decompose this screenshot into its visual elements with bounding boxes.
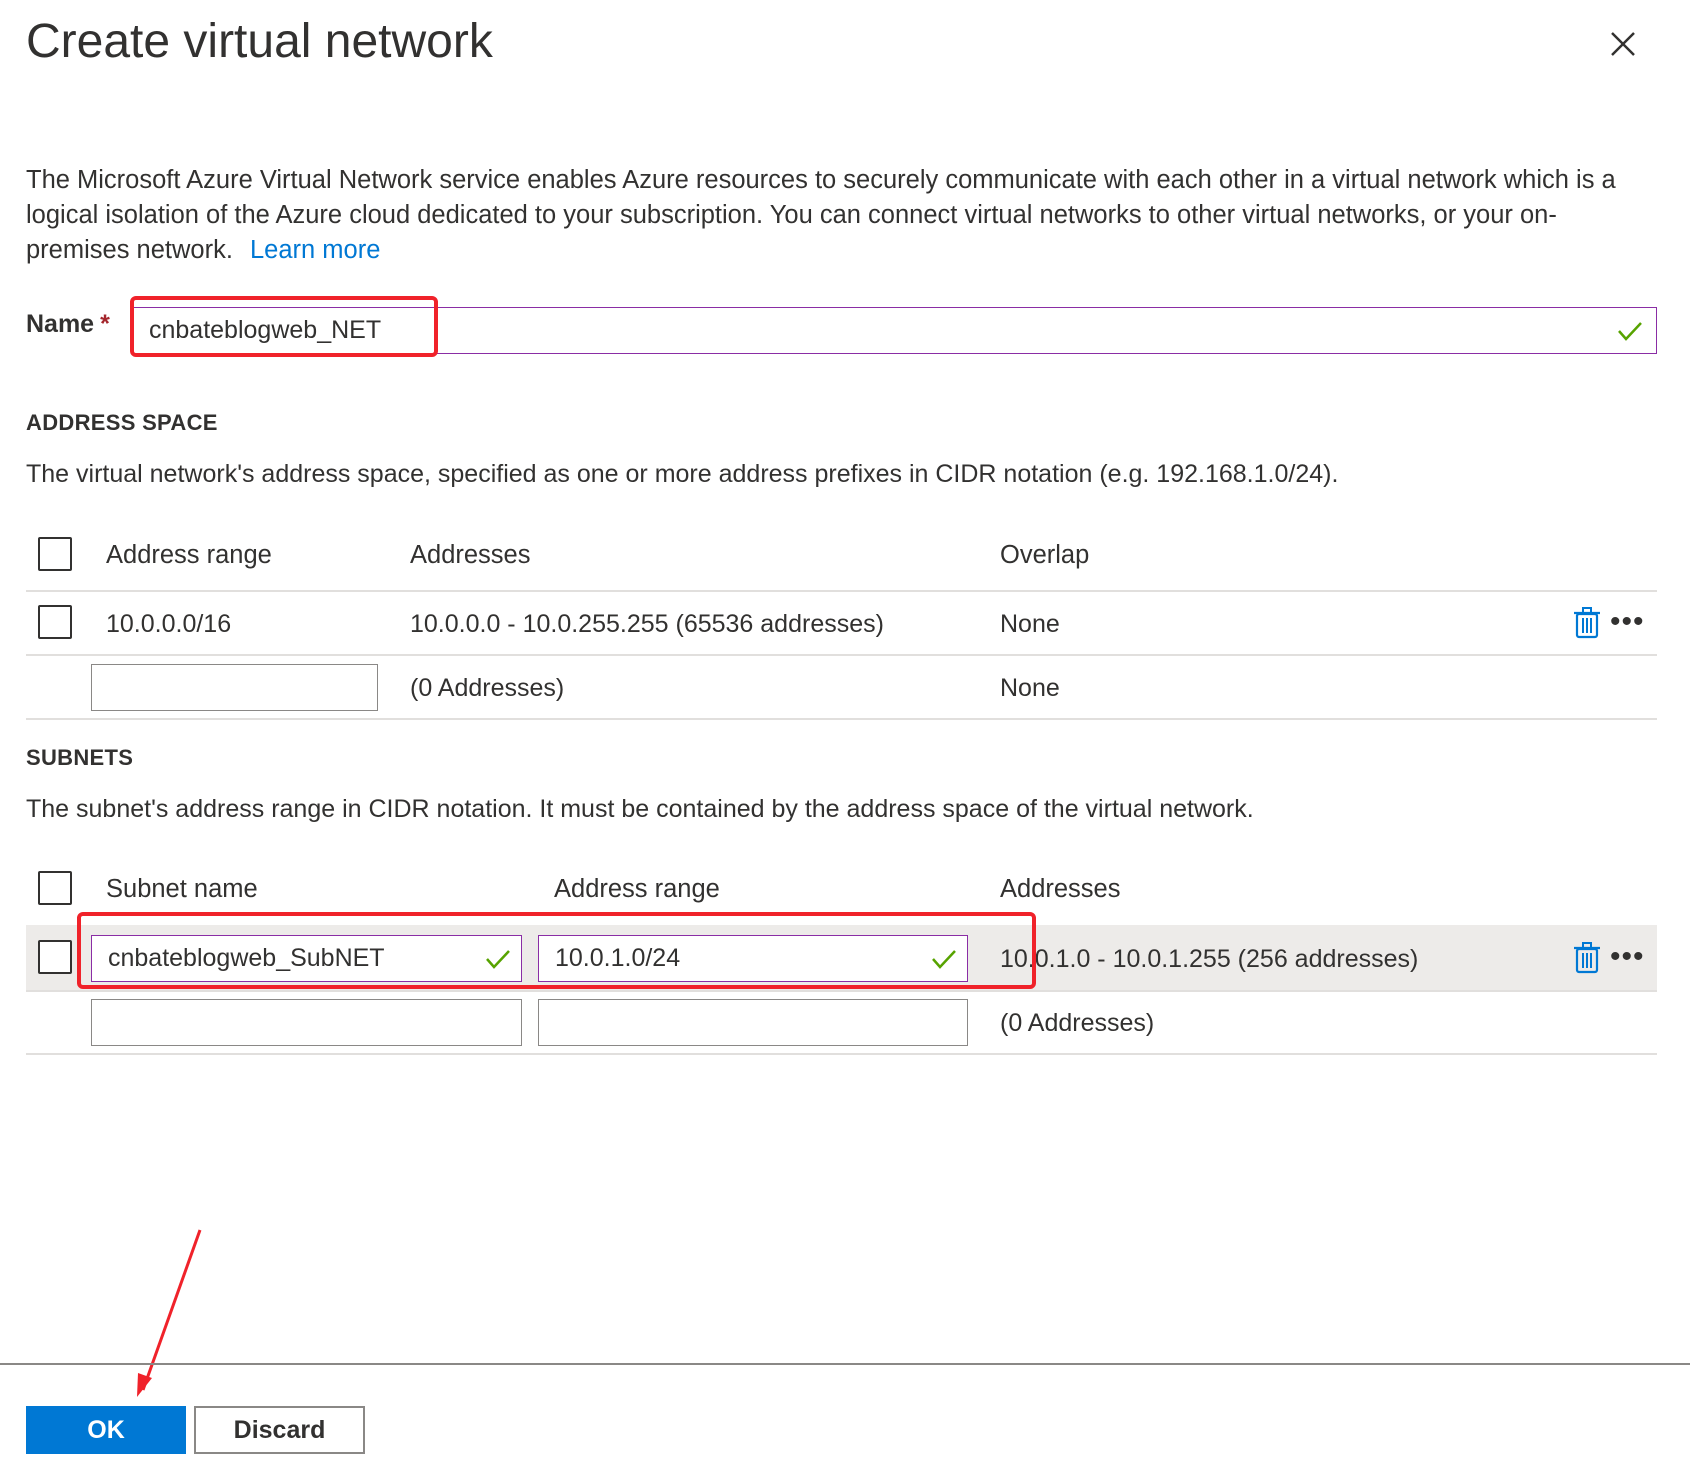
new-address-range-input[interactable] xyxy=(91,664,378,711)
addresses-cell: 10.0.0.0 - 10.0.255.255 (65536 addresses… xyxy=(410,610,884,638)
column-header-address-range: Address range xyxy=(106,541,272,569)
subnet-addresses-cell: 10.0.1.0 - 10.0.1.255 (256 addresses) xyxy=(1000,945,1419,973)
description: The Microsoft Azure Virtual Network serv… xyxy=(26,163,1656,268)
address-row-checkbox[interactable] xyxy=(38,605,72,639)
subnets-heading: SUBNETS xyxy=(26,745,134,770)
subnet-select-all-checkbox[interactable] xyxy=(38,871,72,905)
learn-more-link[interactable]: Learn more xyxy=(250,236,380,264)
column-header-subnet-address-range: Address range xyxy=(554,875,720,903)
subnet-name-input[interactable] xyxy=(91,935,522,982)
new-subnet-addresses-cell: (0 Addresses) xyxy=(1000,1009,1155,1037)
name-label-text: Name xyxy=(26,310,95,338)
header-divider xyxy=(26,590,1657,592)
row-divider xyxy=(26,990,1657,992)
column-header-subnet-name: Subnet name xyxy=(106,875,258,903)
valid-check-icon xyxy=(486,950,510,969)
column-header-overlap: Overlap xyxy=(1000,541,1090,569)
delete-trash-icon[interactable] xyxy=(1574,942,1600,974)
subnet-address-range-input[interactable] xyxy=(538,935,968,982)
row-divider xyxy=(26,1053,1657,1055)
footer-divider xyxy=(0,1363,1690,1365)
more-options-icon[interactable]: ••• xyxy=(1610,942,1645,972)
more-options-icon[interactable]: ••• xyxy=(1610,607,1645,637)
address-space-help: The virtual network's address space, spe… xyxy=(26,460,1339,488)
subnet-row-checkbox[interactable] xyxy=(38,940,72,974)
name-input[interactable] xyxy=(132,307,1657,354)
close-icon[interactable] xyxy=(1603,24,1643,64)
overlap-cell: None xyxy=(1000,610,1060,638)
column-header-subnet-addresses: Addresses xyxy=(1000,875,1121,903)
page-title: Create virtual network xyxy=(26,15,493,68)
new-addresses-cell: (0 Addresses) xyxy=(410,674,565,702)
new-subnet-name-input[interactable] xyxy=(91,999,522,1046)
address-select-all-checkbox[interactable] xyxy=(38,537,72,571)
subnets-help: The subnet's address range in CIDR notat… xyxy=(26,795,1254,823)
column-header-addresses: Addresses xyxy=(410,541,531,569)
discard-button[interactable]: Discard xyxy=(194,1406,365,1454)
ok-button[interactable]: OK xyxy=(26,1406,186,1454)
address-space-heading: ADDRESS SPACE xyxy=(26,410,218,435)
close-button[interactable] xyxy=(1603,24,1643,64)
address-range-cell: 10.0.0.0/16 xyxy=(106,610,232,638)
valid-check-icon xyxy=(932,950,956,969)
delete-trash-icon[interactable] xyxy=(1574,607,1600,639)
row-divider xyxy=(26,718,1657,720)
required-marker: * xyxy=(100,310,110,338)
new-overlap-cell: None xyxy=(1000,674,1060,702)
annotation-arrow xyxy=(137,1229,202,1397)
new-subnet-address-range-input[interactable] xyxy=(538,999,968,1046)
valid-check-icon xyxy=(1618,322,1642,341)
name-label: Name * xyxy=(26,310,110,339)
row-divider xyxy=(26,654,1657,656)
